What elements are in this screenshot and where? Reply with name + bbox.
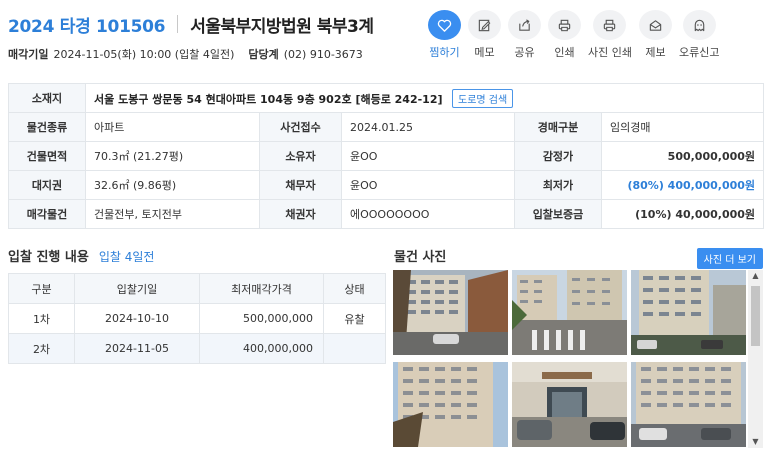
info-key: 채무자 [259, 170, 342, 200]
table-row: 1차 2024-10-10 500,000,000 유찰 [8, 303, 386, 334]
info-key: 대지권 [8, 170, 86, 200]
status-cell [323, 333, 386, 364]
bid-section-header: 입찰 진행 내용 입찰 4일전 [8, 246, 154, 265]
status-cell: 유찰 [323, 303, 386, 334]
appraisal-value: 500,000,000원 [600, 141, 765, 171]
property-photo[interactable] [512, 270, 627, 355]
sale-date-value: 2024-11-05(화) 10:00 (입찰 4일전) [53, 48, 235, 61]
error-report-label: 오류신고 [678, 46, 720, 59]
round-cell: 2차 [8, 333, 75, 364]
min-price-cell: 400,000,000 [199, 333, 324, 364]
min-price-cell: 500,000,000 [199, 303, 324, 334]
table-row: 대지권 32.6㎡ (9.86평) 채무자 윤OO 최저가 (80%) 400,… [8, 170, 765, 200]
info-key: 물건종류 [8, 112, 86, 142]
ghost-icon [682, 10, 716, 40]
property-info-table: 소재지 서울 도봉구 쌍문동 54 현대아파트 104동 9층 902호 [해등… [8, 83, 765, 229]
info-key: 입찰보증금 [514, 199, 602, 229]
photo-grid [393, 270, 763, 448]
info-value: 2024.01.25 [341, 112, 515, 142]
table-row: 2차 2024-11-05 400,000,000 [8, 333, 386, 364]
info-key: 건물면적 [8, 141, 86, 171]
error-report-button[interactable]: 오류신고 [679, 10, 719, 60]
property-photo[interactable] [393, 362, 508, 447]
info-value: 윤OO [341, 141, 515, 171]
share-button[interactable]: 공유 [508, 10, 541, 60]
title-divider [177, 15, 179, 33]
manager-label: 담당계 [248, 48, 279, 61]
scroll-down-icon[interactable]: ▼ [748, 436, 763, 448]
deposit-value: (10%) 40,000,000원 [600, 199, 765, 229]
sale-date-label: 매각기일 [8, 48, 49, 61]
info-value: 윤OO [341, 170, 515, 200]
heart-icon [428, 10, 461, 40]
info-key: 경매구분 [514, 112, 602, 142]
share-icon [508, 10, 541, 40]
wish-label: 찜하기 [429, 46, 460, 59]
scroll-up-icon[interactable]: ▲ [748, 270, 763, 282]
wish-button[interactable]: 찜하기 [428, 10, 461, 60]
manager-phone: (02) 910-3673 [283, 47, 363, 61]
road-name-search-button[interactable]: 도로명 검색 [452, 88, 514, 108]
table-row: 매각물건 건물전부, 토지전부 채권자 에OOOOOOOO 입찰보증금 (10%… [8, 199, 765, 229]
property-photo[interactable] [631, 362, 746, 447]
photo-print-button[interactable]: 사진 인쇄 [588, 10, 632, 60]
info-key: 매각물건 [8, 199, 86, 229]
info-value: 임의경매 [600, 112, 765, 142]
case-header: 2024 타경 101506 서울북부지방법원 북부3계 매각기일 2024-1… [8, 12, 428, 61]
print-label: 인쇄 [554, 46, 575, 59]
column-header: 구분 [8, 273, 75, 304]
column-header: 입찰기일 [74, 273, 200, 304]
location-cell: 서울 도봉구 쌍문동 54 현대아파트 104동 9층 902호 [해등로 24… [84, 83, 765, 113]
court-name: 서울북부지방법원 북부3계 [190, 16, 374, 37]
printer-icon [548, 10, 581, 40]
photo-print-label: 사진 인쇄 [588, 46, 632, 59]
photo-section-header: 물건 사진 사진 더 보기 [394, 246, 763, 269]
info-value: 32.6㎡ (9.86평) [85, 170, 260, 200]
property-photo[interactable] [631, 270, 746, 355]
info-value: 아파트 [85, 112, 260, 142]
location-label: 소재지 [8, 83, 86, 113]
property-photo[interactable] [512, 362, 627, 447]
more-photos-button[interactable]: 사진 더 보기 [696, 248, 763, 269]
info-key: 사건접수 [259, 112, 342, 142]
report-icon [638, 10, 672, 40]
info-value: 건물전부, 토지전부 [85, 199, 260, 229]
info-value: 에OOOOOOOO [341, 199, 515, 229]
property-photo[interactable] [393, 270, 508, 355]
photo-section-title: 물건 사진 [394, 250, 447, 265]
bid-section-title: 입찰 진행 내용 [8, 250, 89, 265]
report-button[interactable]: 제보 [638, 10, 672, 60]
table-row: 물건종류 아파트 사건접수 2024.01.25 경매구분 임의경매 [8, 112, 765, 142]
column-header: 상태 [323, 273, 386, 304]
memo-button[interactable]: 메모 [468, 10, 501, 60]
info-key: 감정가 [514, 141, 602, 171]
bid-date-cell: 2024-10-10 [74, 303, 200, 334]
info-key: 소유자 [259, 141, 342, 171]
bid-progress-table: 구분 입찰기일 최저매각가격 상태 1차 2024-10-10 500,000,… [8, 273, 386, 364]
round-cell: 1차 [8, 303, 75, 334]
info-key: 채권자 [259, 199, 342, 229]
location-address: 서울 도봉구 쌍문동 54 현대아파트 104동 9층 902호 [해등로 24… [94, 92, 443, 106]
memo-label: 메모 [474, 46, 495, 59]
info-key: 최저가 [514, 170, 602, 200]
report-label: 제보 [645, 46, 666, 59]
table-row: 건물면적 70.3㎡ (21.27평) 소유자 윤OO 감정가 500,000,… [8, 141, 765, 171]
column-header: 최저매각가격 [199, 273, 324, 304]
printer-icon [593, 10, 627, 40]
table-header-row: 구분 입찰기일 최저매각가격 상태 [8, 273, 386, 304]
memo-edit-icon [468, 10, 501, 40]
table-row: 소재지 서울 도봉구 쌍문동 54 현대아파트 104동 9층 902호 [해등… [8, 83, 765, 113]
bid-dday: 입찰 4일전 [98, 250, 155, 264]
share-label: 공유 [514, 46, 535, 59]
print-button[interactable]: 인쇄 [548, 10, 581, 60]
case-number: 2024 타경 101506 [8, 16, 166, 37]
info-value: 70.3㎡ (21.27평) [85, 141, 260, 171]
scroll-thumb[interactable] [751, 286, 760, 346]
bid-date-cell: 2024-11-05 [74, 333, 200, 364]
minimum-price-value: (80%) 400,000,000원 [600, 170, 765, 200]
action-toolbar: 찜하기 메모 공유 인쇄 사진 인쇄 제보 오류신고 [428, 10, 726, 60]
photo-scrollbar[interactable]: ▲ ▼ [748, 270, 763, 448]
